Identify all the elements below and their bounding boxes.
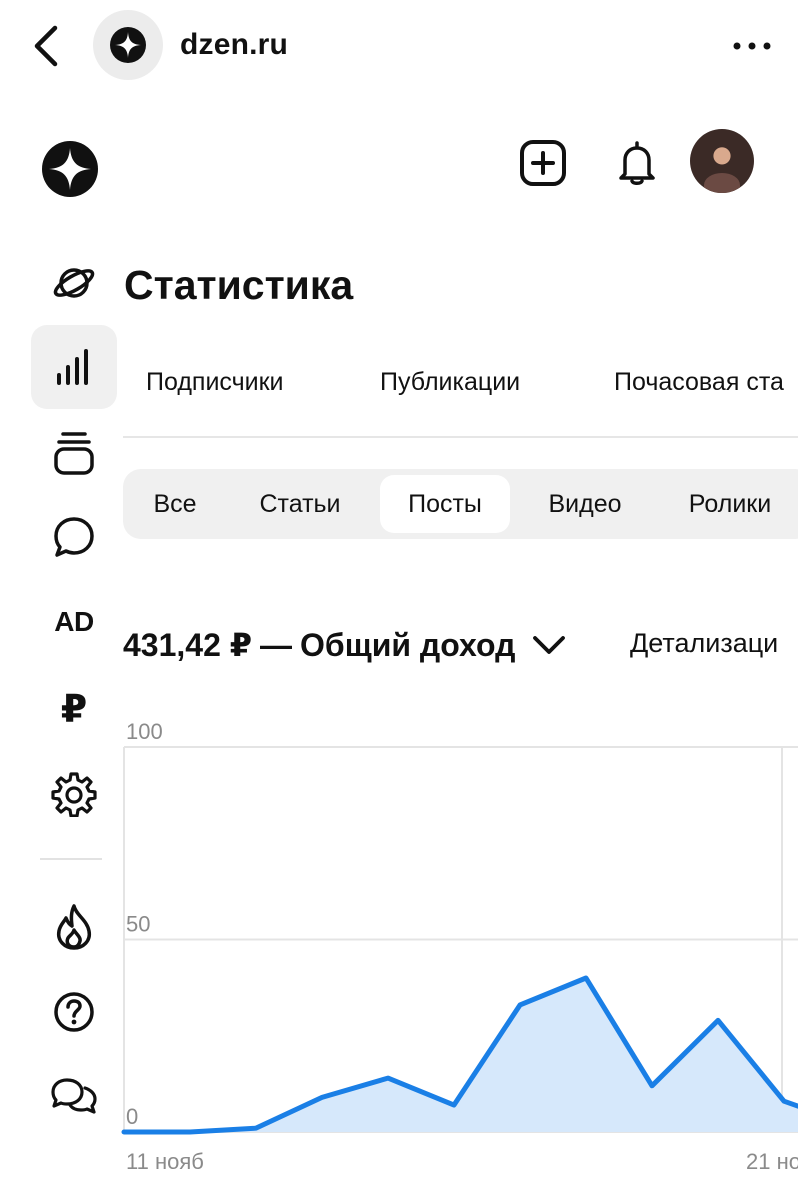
sidebar-divider	[40, 858, 102, 860]
help-circle-icon	[54, 992, 94, 1032]
filter-shorts[interactable]: Ролики	[663, 475, 797, 533]
chart-x-tick-label: 11 нояб	[126, 1149, 204, 1174]
sidebar-item-comments[interactable]	[31, 495, 117, 579]
chart-y-tick-label: 0	[126, 1104, 138, 1129]
dzen-logo-link[interactable]	[42, 141, 98, 197]
chart-point	[189, 1131, 191, 1133]
chart-point	[321, 1096, 323, 1098]
sidebar-item-feedback[interactable]	[31, 1054, 117, 1138]
income-chart: 100 50 0 11 нояб 21 но	[120, 712, 798, 1182]
income-label: Общий доход	[300, 626, 516, 663]
chevron-left-icon	[34, 25, 58, 67]
sidebar-item-settings[interactable]	[31, 752, 117, 836]
site-info-button[interactable]	[93, 10, 163, 80]
chart-point	[717, 1019, 719, 1021]
chart-point	[585, 977, 587, 979]
sidebar-item-publications[interactable]	[31, 411, 117, 495]
chart-series-area	[124, 978, 798, 1132]
chart-point	[519, 1004, 521, 1006]
chart-point	[387, 1077, 389, 1079]
chart-point	[453, 1104, 455, 1106]
sidebar-item-monetization[interactable]: ₽	[31, 667, 117, 751]
planet-icon	[53, 268, 95, 298]
ads-label: AD	[54, 606, 94, 637]
site-domain[interactable]: dzen.ru	[180, 28, 288, 62]
bell-icon	[619, 141, 655, 185]
filter-posts[interactable]: Посты	[380, 475, 510, 533]
stack-icon	[54, 432, 94, 475]
chart-point	[255, 1127, 257, 1129]
chart-point	[123, 1131, 125, 1133]
browser-toolbar: dzen.ru	[0, 0, 798, 96]
more-horizontal-icon	[733, 42, 771, 50]
filter-articles[interactable]: Статьи	[233, 475, 367, 533]
page-title: Статистика	[124, 262, 354, 308]
income-selector[interactable]: 431,42 ₽ — Общий доход	[123, 620, 567, 670]
gear-icon	[51, 772, 97, 817]
income-value: 431,42 ₽	[123, 627, 253, 663]
tab-publications[interactable]: Публикации	[380, 368, 520, 397]
chart-y-tick-label: 50	[126, 912, 150, 937]
sidebar-item-trending[interactable]	[31, 885, 117, 969]
chart-y-tick-label: 100	[126, 719, 163, 744]
chart-point	[651, 1085, 653, 1087]
plus-square-icon	[520, 140, 566, 186]
back-button[interactable]	[26, 22, 66, 70]
statistics-tabs: Подписчики Публикации Почасовая ста	[123, 360, 798, 438]
filter-video[interactable]: Видео	[523, 475, 647, 533]
sidebar-item-feed[interactable]	[31, 241, 117, 325]
tab-hourly-stats[interactable]: Почасовая ста	[614, 368, 784, 397]
income-separator: —	[260, 626, 293, 663]
notifications-button[interactable]	[612, 138, 662, 188]
chat-bubble-icon	[54, 517, 94, 557]
sidebar-item-help[interactable]	[31, 970, 117, 1054]
feedback-chat-icon	[51, 1078, 97, 1114]
chart-point	[783, 1100, 785, 1102]
bar-chart-icon	[57, 349, 88, 385]
create-button[interactable]	[518, 138, 568, 188]
content-type-filter: Все Статьи Посты Видео Ролики	[123, 469, 798, 539]
chart-x-tick-label: 21 но	[746, 1149, 798, 1174]
sidebar-item-statistics[interactable]	[31, 325, 117, 409]
ruble-label: ₽	[60, 688, 88, 731]
user-avatar[interactable]	[690, 129, 754, 193]
chevron-down-icon	[533, 636, 566, 654]
filter-all[interactable]: Все	[131, 475, 219, 533]
dzen-logo-icon	[110, 27, 146, 63]
sidebar-item-ads[interactable]: AD	[31, 580, 117, 664]
flame-icon	[56, 904, 92, 950]
income-chart-svg: 100 50 0 11 нояб 21 но	[121, 719, 798, 1174]
tab-subscribers[interactable]: Подписчики	[146, 368, 284, 397]
dzen-logo-icon	[42, 141, 98, 197]
more-options-button[interactable]	[728, 26, 776, 66]
details-link[interactable]: Детализаци	[630, 628, 778, 659]
